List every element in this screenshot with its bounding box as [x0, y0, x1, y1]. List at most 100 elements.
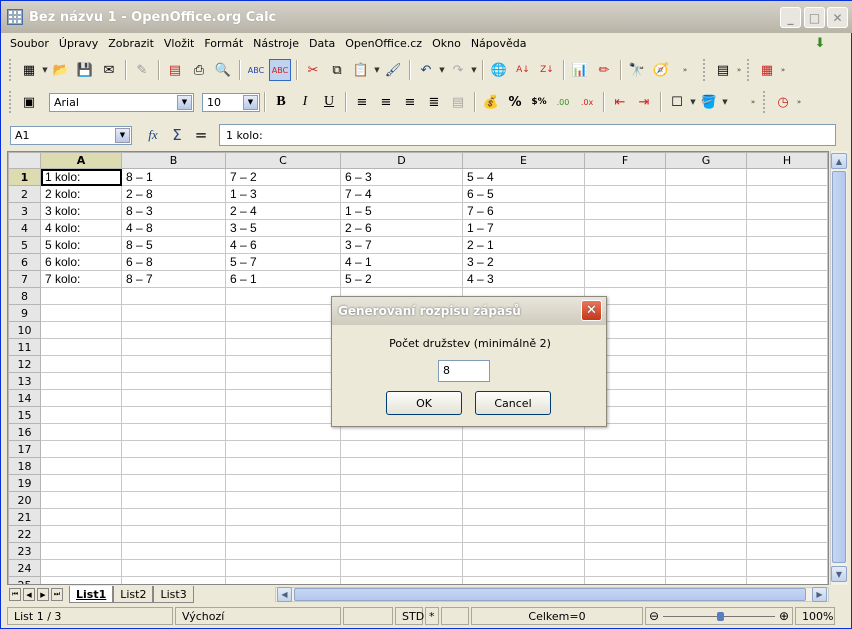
scroll-up-icon[interactable]: ▲: [831, 153, 847, 169]
currency-format-icon[interactable]: 💰: [480, 91, 502, 113]
row-header[interactable]: 21: [8, 508, 41, 526]
font-size-select[interactable]: 10 ▼: [202, 92, 260, 112]
cell-h25[interactable]: [746, 576, 828, 584]
cell-h15[interactable]: [746, 406, 828, 424]
next-sheet-icon[interactable]: ▶: [37, 588, 49, 601]
cell-e2[interactable]: 6 – 5: [462, 185, 585, 203]
row-header[interactable]: 15: [8, 406, 41, 424]
cell-g17[interactable]: [665, 440, 747, 458]
row-header[interactable]: 9: [8, 304, 41, 322]
cell-e17[interactable]: [462, 440, 585, 458]
cell-b1[interactable]: 8 – 1: [121, 168, 226, 186]
column-header-a[interactable]: A: [40, 152, 122, 169]
cell-e25[interactable]: [462, 576, 585, 584]
save-icon[interactable]: 💾: [74, 59, 96, 81]
cell-e23[interactable]: [462, 542, 585, 560]
email-icon[interactable]: ✉: [98, 59, 120, 81]
cell-h20[interactable]: [746, 491, 828, 509]
menu-zobrazit[interactable]: Zobrazit: [103, 37, 159, 50]
name-box[interactable]: A1 ▼: [10, 125, 132, 145]
open-folder-icon[interactable]: 📂: [50, 59, 72, 81]
cell-c8[interactable]: [225, 287, 341, 305]
row-header[interactable]: 18: [8, 457, 41, 475]
cell-b7[interactable]: 8 – 7: [121, 270, 226, 288]
cancel-button[interactable]: Cancel: [475, 391, 551, 415]
vertical-scrollbar[interactable]: ▲ ▼: [830, 151, 847, 585]
zoom-out-icon[interactable]: ⊖: [649, 609, 659, 623]
cell-h23[interactable]: [746, 542, 828, 560]
cell-c18[interactable]: [225, 457, 341, 475]
cell-g6[interactable]: [665, 253, 747, 271]
cell-a19[interactable]: [40, 474, 122, 492]
sort-ascending-icon[interactable]: A↓: [512, 59, 534, 81]
cell-d25[interactable]: [340, 576, 463, 584]
cell-b19[interactable]: [121, 474, 226, 492]
cell-e22[interactable]: [462, 525, 585, 543]
cell-c1[interactable]: 7 – 2: [225, 168, 341, 186]
cell-d7[interactable]: 5 – 2: [340, 270, 463, 288]
undo-icon[interactable]: ↶: [415, 59, 437, 81]
cell-g1[interactable]: [665, 168, 747, 186]
cell-a6[interactable]: 6 kolo:: [40, 253, 122, 271]
cell-b18[interactable]: [121, 457, 226, 475]
tab-list1[interactable]: List1: [69, 586, 114, 603]
cell-b17[interactable]: [121, 440, 226, 458]
standard-format-icon[interactable]: $%: [528, 91, 550, 113]
cell-c15[interactable]: [225, 406, 341, 424]
cell-h11[interactable]: [746, 338, 828, 356]
cell-d20[interactable]: [340, 491, 463, 509]
cell-a13[interactable]: [40, 372, 122, 390]
find-replace-icon[interactable]: 🔭: [626, 59, 648, 81]
cell-a12[interactable]: [40, 355, 122, 373]
menu-soubor[interactable]: Soubor: [5, 37, 54, 50]
cell-h7[interactable]: [746, 270, 828, 288]
cell-f6[interactable]: [584, 253, 666, 271]
cell-a14[interactable]: [40, 389, 122, 407]
cell-f22[interactable]: [584, 525, 666, 543]
menu-data[interactable]: Data: [304, 37, 340, 50]
underline-icon[interactable]: U: [318, 91, 340, 113]
page-style[interactable]: Výchozí: [175, 607, 341, 625]
cell-b14[interactable]: [121, 389, 226, 407]
function-wizard-icon[interactable]: fx: [142, 124, 164, 146]
cell-f24[interactable]: [584, 559, 666, 577]
spreadsheet-grid-icon[interactable]: ▦: [756, 59, 778, 81]
cell-b3[interactable]: 8 – 3: [121, 202, 226, 220]
cell-b16[interactable]: [121, 423, 226, 441]
redo-icon[interactable]: ↷: [447, 59, 469, 81]
cell-h16[interactable]: [746, 423, 828, 441]
cell-c5[interactable]: 4 – 6: [225, 236, 341, 254]
menu-format[interactable]: Formát: [199, 37, 248, 50]
row-header[interactable]: 25: [8, 576, 41, 584]
cell-g14[interactable]: [665, 389, 747, 407]
row-header[interactable]: 13: [8, 372, 41, 390]
cell-a11[interactable]: [40, 338, 122, 356]
menu-napoveda[interactable]: Nápověda: [466, 37, 532, 50]
cell-h18[interactable]: [746, 457, 828, 475]
cell-f4[interactable]: [584, 219, 666, 237]
hyperlink-icon[interactable]: 🌐: [488, 59, 510, 81]
cell-a18[interactable]: [40, 457, 122, 475]
cell-h24[interactable]: [746, 559, 828, 577]
cell-g20[interactable]: [665, 491, 747, 509]
cell-d1[interactable]: 6 – 3: [340, 168, 463, 186]
print-icon[interactable]: ⎙: [188, 59, 210, 81]
cell-c21[interactable]: [225, 508, 341, 526]
cell-f17[interactable]: [584, 440, 666, 458]
cell-c12[interactable]: [225, 355, 341, 373]
function-icon[interactable]: =: [190, 124, 212, 146]
cell-f7[interactable]: [584, 270, 666, 288]
cell-h1[interactable]: [746, 168, 828, 186]
cell-a16[interactable]: [40, 423, 122, 441]
cell-d4[interactable]: 2 – 6: [340, 219, 463, 237]
selection-mode[interactable]: STD: [395, 607, 424, 625]
cell-a9[interactable]: [40, 304, 122, 322]
cell-f21[interactable]: [584, 508, 666, 526]
cell-b4[interactable]: 4 – 8: [121, 219, 226, 237]
cell-a15[interactable]: [40, 406, 122, 424]
cell-c25[interactable]: [225, 576, 341, 584]
add-decimal-icon[interactable]: .00: [552, 91, 574, 113]
cell-g4[interactable]: [665, 219, 747, 237]
cell-c3[interactable]: 2 – 4: [225, 202, 341, 220]
cell-c17[interactable]: [225, 440, 341, 458]
